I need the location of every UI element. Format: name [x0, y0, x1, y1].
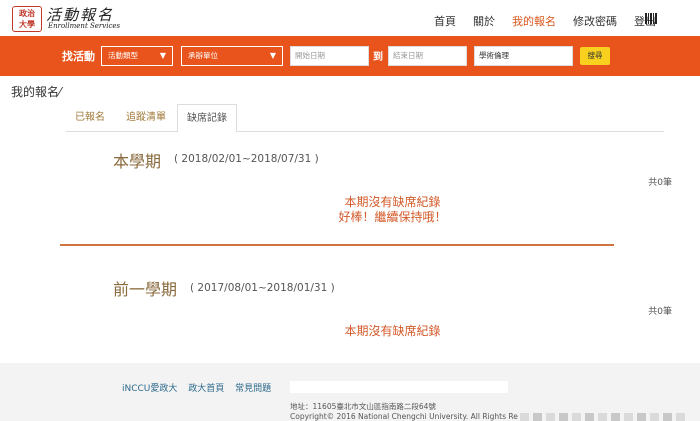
- top-header: 政治 大學 活動報名 Enrollment Services 首頁 關於 我的報…: [0, 0, 700, 36]
- page-title: 我的報名⁄: [11, 83, 61, 100]
- current-semester-count: 共0筆: [648, 178, 672, 188]
- current-semester-title: 本學期: [113, 152, 162, 171]
- footer-link-nccu-home[interactable]: 政大首頁: [188, 384, 224, 394]
- previous-semester-range: ( 2017/08/01~2018/01/31 ): [190, 282, 335, 294]
- nav-my-registrations[interactable]: 我的報名: [512, 13, 556, 29]
- nav-home[interactable]: 首頁: [434, 13, 456, 29]
- encouragement-message: 好棒！繼續保持哦！: [338, 210, 447, 224]
- organizer-select[interactable]: 承辦單位 ▼: [181, 46, 283, 66]
- edit-pencil-icon: ⁄: [59, 85, 62, 99]
- previous-semester-title: 前一學期: [113, 280, 178, 299]
- activity-type-value: 活動類型: [108, 51, 138, 60]
- previous-semester-message: 本期沒有缺席紀錄: [0, 324, 700, 339]
- registration-tabs: 已報名 追蹤清單 缺席記錄: [66, 104, 664, 133]
- tab-absence-record[interactable]: 缺席記錄: [177, 104, 237, 133]
- tab-registered[interactable]: 已報名: [66, 104, 114, 132]
- barcode-icon[interactable]: [645, 13, 657, 24]
- footer-link-inccu[interactable]: iNCCU愛政大: [122, 384, 177, 394]
- seal-text-top: 政治: [19, 9, 35, 18]
- main-nav: 首頁 關於 我的報名 修改密碼 登出: [417, 13, 656, 29]
- start-date-input[interactable]: 開始日期: [290, 46, 369, 66]
- organizer-value: 承辦單位: [188, 51, 218, 60]
- page-title-text: 我的報名: [11, 85, 60, 99]
- no-absence-message: 本期沒有缺席紀錄: [344, 195, 441, 209]
- chevron-down-icon: ▼: [159, 51, 166, 60]
- current-semester-range: ( 2018/02/01~2018/07/31 ): [174, 153, 319, 165]
- footer-address: 地址：11605臺北市文山區指南路二段64號: [290, 402, 436, 411]
- search-button[interactable]: 搜尋: [580, 47, 610, 65]
- nav-about[interactable]: 關於: [473, 13, 495, 29]
- site-footer: iNCCU愛政大 政大首頁 常見問題 地址：11605臺北市文山區指南路二段64…: [0, 363, 700, 421]
- current-semester-message: 本期沒有缺席紀錄 好棒！繼續保持哦！: [0, 195, 700, 225]
- activity-type-select[interactable]: 活動類型 ▼: [101, 46, 173, 66]
- tab-tracking-list[interactable]: 追蹤清單: [118, 104, 174, 132]
- end-date-input[interactable]: 結束日期: [388, 46, 467, 66]
- search-bar: 找活動 活動類型 ▼ 承辦單位 ▼ 開始日期 到 結束日期 學術倫理 搜尋: [0, 36, 700, 76]
- find-activity-label: 找活動: [62, 50, 95, 63]
- footer-links: iNCCU愛政大 政大首頁 常見問題: [122, 381, 279, 394]
- site-logo[interactable]: 政治 大學 活動報名 Enrollment Services: [12, 6, 121, 32]
- previous-semester-count: 共0筆: [648, 307, 672, 317]
- footer-link-faq[interactable]: 常見問題: [235, 384, 271, 394]
- pixelated-overlay: [520, 413, 685, 421]
- no-absence-message: 本期沒有缺席紀錄: [344, 324, 441, 338]
- section-divider: [60, 244, 614, 246]
- keyword-input[interactable]: 學術倫理: [474, 46, 573, 66]
- nav-change-password[interactable]: 修改密碼: [573, 13, 617, 29]
- footer-blank-bar: [290, 381, 508, 393]
- to-label: 到: [373, 52, 383, 63]
- logo-subtitle: Enrollment Services: [48, 22, 121, 30]
- footer-copyright: Copyright© 2016 National Chengchi Univer…: [290, 412, 518, 421]
- chevron-down-icon: ▼: [269, 51, 276, 60]
- seal-text-bottom: 大學: [19, 20, 35, 29]
- nccu-seal: 政治 大學: [12, 6, 42, 32]
